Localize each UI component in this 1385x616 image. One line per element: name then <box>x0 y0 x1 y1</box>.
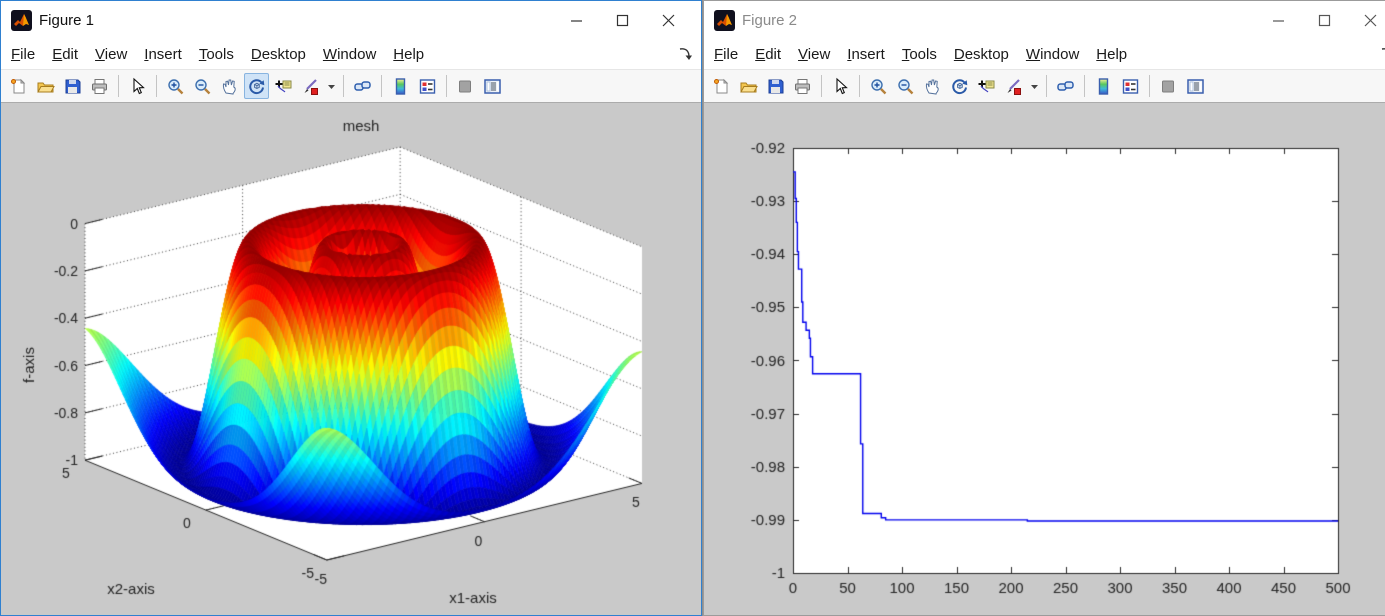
save-figure-icon[interactable] <box>60 73 85 99</box>
menu-help[interactable]: Help <box>393 46 424 63</box>
matlab-logo-icon <box>11 10 32 31</box>
menu-file[interactable]: File <box>714 46 738 63</box>
toolbar-separator <box>156 75 157 97</box>
menu-view[interactable]: View <box>798 46 830 63</box>
minimize-button[interactable] <box>1255 5 1301 35</box>
toolbar-separator <box>1046 75 1047 97</box>
menu-window[interactable]: Window <box>1026 46 1079 63</box>
link-plot-icon[interactable] <box>1053 73 1078 99</box>
menu-items: File Edit View Insert Tools Desktop Window Help <box>714 46 1144 63</box>
maximize-button[interactable] <box>599 5 645 35</box>
toolbar <box>704 69 1385 103</box>
minimize-button[interactable] <box>553 5 599 35</box>
save-figure-icon[interactable] <box>763 73 788 99</box>
menu-items: File Edit View Insert Tools Desktop Window Help <box>11 46 441 63</box>
insert-colorbar-icon[interactable] <box>1091 73 1116 99</box>
figure1-window: Figure 1 File Edit View Insert Tools Desktop W… <box>0 0 702 616</box>
matlab-logo-icon <box>714 10 735 31</box>
toolbar-separator <box>343 75 344 97</box>
open-file-icon[interactable] <box>736 73 761 99</box>
hide-plot-tools-icon[interactable] <box>1156 73 1181 99</box>
maximize-button[interactable] <box>1301 5 1347 35</box>
toolbar-separator <box>821 75 822 97</box>
dock-figure-icon[interactable] <box>1379 46 1385 62</box>
menu-file[interactable]: File <box>11 46 35 63</box>
figure-canvas-area <box>704 103 1385 615</box>
zoom-out-icon[interactable] <box>893 73 918 99</box>
print-figure-icon[interactable] <box>790 73 815 99</box>
menu-desktop[interactable]: Desktop <box>954 46 1009 63</box>
zoom-out-icon[interactable] <box>190 73 215 99</box>
print-figure-icon[interactable] <box>87 73 112 99</box>
show-plot-tools-icon[interactable] <box>480 73 505 99</box>
brush-data-icon[interactable] <box>1001 73 1026 99</box>
menu-window[interactable]: Window <box>323 46 376 63</box>
window-title: Figure 1 <box>39 12 94 29</box>
rotate-3d-icon[interactable] <box>244 73 269 99</box>
edit-pointer-icon[interactable] <box>125 73 150 99</box>
zoom-in-icon[interactable] <box>866 73 891 99</box>
edit-pointer-icon[interactable] <box>828 73 853 99</box>
brush-dropdown-icon[interactable] <box>325 73 337 99</box>
titlebar[interactable]: Figure 1 <box>1 1 701 39</box>
close-button[interactable] <box>645 5 691 35</box>
figure-canvas-area <box>1 103 701 615</box>
rotate-3d-icon[interactable] <box>947 73 972 99</box>
menu-edit[interactable]: Edit <box>755 46 781 63</box>
new-figure-icon[interactable] <box>6 73 31 99</box>
zoom-in-icon[interactable] <box>163 73 188 99</box>
window-title: Figure 2 <box>742 12 797 29</box>
pan-icon[interactable] <box>920 73 945 99</box>
menu-tools[interactable]: Tools <box>199 46 234 63</box>
menu-desktop[interactable]: Desktop <box>251 46 306 63</box>
toolbar-separator <box>1084 75 1085 97</box>
hide-plot-tools-icon[interactable] <box>453 73 478 99</box>
toolbar-separator <box>859 75 860 97</box>
insert-legend-icon[interactable] <box>415 73 440 99</box>
open-file-icon[interactable] <box>33 73 58 99</box>
brush-data-icon[interactable] <box>298 73 323 99</box>
dock-figure-icon[interactable] <box>677 46 693 62</box>
toolbar-separator <box>118 75 119 97</box>
menubar: File Edit View Insert Tools Desktop Window Help <box>704 39 1385 69</box>
menu-help[interactable]: Help <box>1096 46 1127 63</box>
titlebar[interactable]: Figure 2 <box>704 1 1385 39</box>
toolbar-separator <box>446 75 447 97</box>
brush-dropdown-icon[interactable] <box>1028 73 1040 99</box>
menu-view[interactable]: View <box>95 46 127 63</box>
mesh-plot-canvas[interactable] <box>1 103 701 615</box>
menu-insert[interactable]: Insert <box>847 46 885 63</box>
menubar: File Edit View Insert Tools Desktop Window Help <box>1 39 701 69</box>
toolbar-separator <box>381 75 382 97</box>
data-cursor-icon[interactable] <box>271 73 296 99</box>
figure2-window: Figure 2 File Edit View Insert Tools Desktop W… <box>703 0 1385 616</box>
toolbar-separator <box>1149 75 1150 97</box>
insert-colorbar-icon[interactable] <box>388 73 413 99</box>
new-figure-icon[interactable] <box>709 73 734 99</box>
pan-icon[interactable] <box>217 73 242 99</box>
toolbar <box>1 69 701 103</box>
insert-legend-icon[interactable] <box>1118 73 1143 99</box>
show-plot-tools-icon[interactable] <box>1183 73 1208 99</box>
menu-edit[interactable]: Edit <box>52 46 78 63</box>
close-button[interactable] <box>1347 5 1385 35</box>
convergence-plot-canvas[interactable] <box>704 103 1385 615</box>
menu-insert[interactable]: Insert <box>144 46 182 63</box>
link-plot-icon[interactable] <box>350 73 375 99</box>
menu-tools[interactable]: Tools <box>902 46 937 63</box>
data-cursor-icon[interactable] <box>974 73 999 99</box>
